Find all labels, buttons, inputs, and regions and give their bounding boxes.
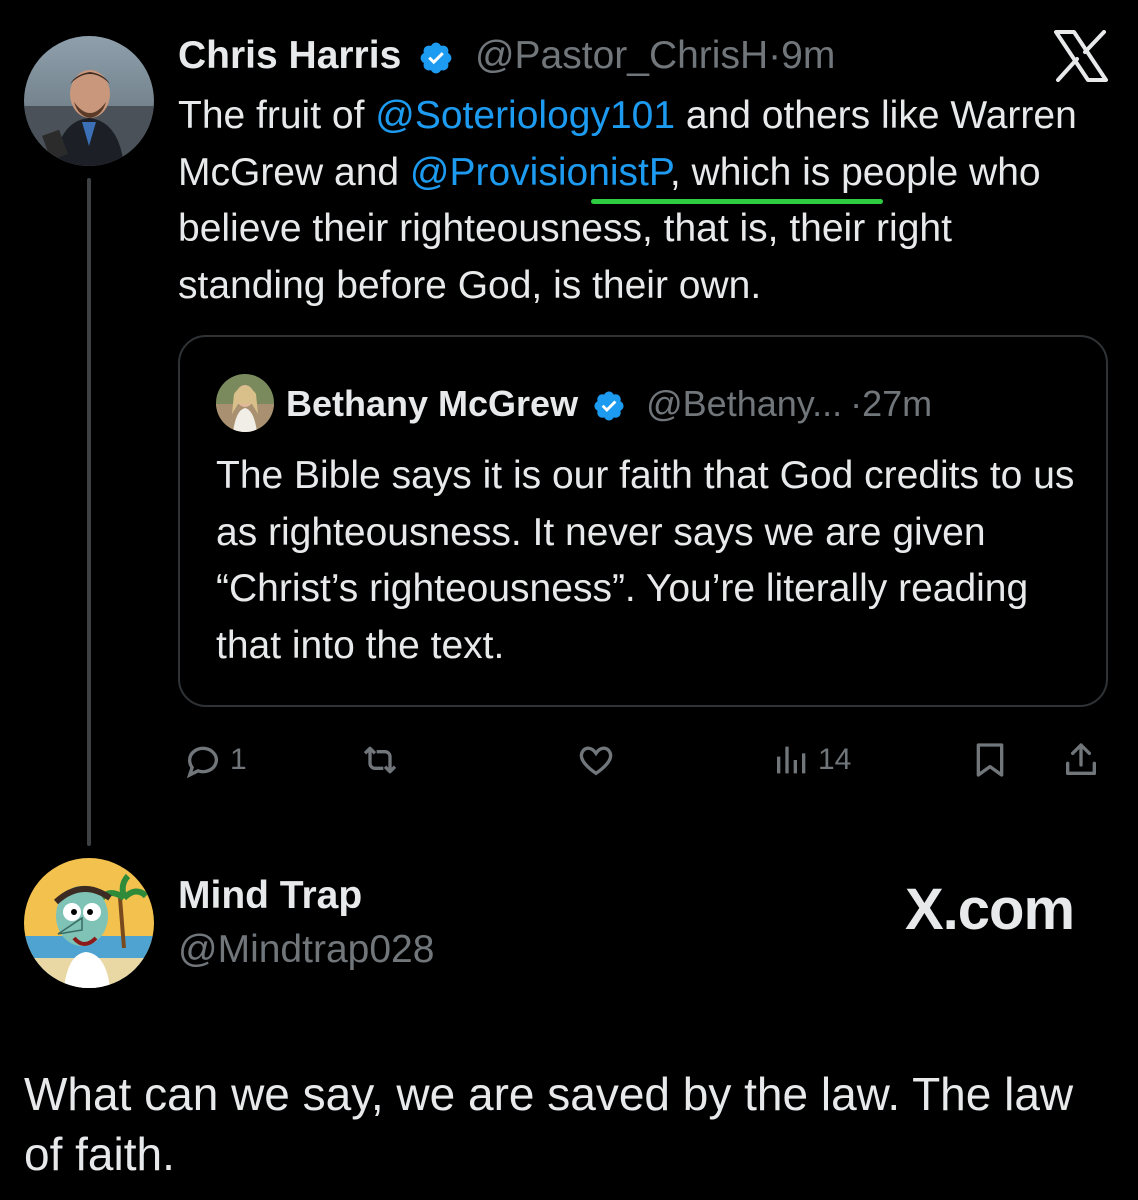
share-icon: [1066, 743, 1096, 775]
separator-dot: ·: [850, 383, 863, 424]
quote-timestamp[interactable]: 27m: [862, 383, 932, 424]
verified-badge-icon: [420, 42, 452, 74]
reply-icon: [186, 746, 218, 779]
green-underline-annotation: [591, 199, 883, 204]
verified-badge-icon: [594, 391, 624, 422]
reply-author-name[interactable]: Mind Trap: [178, 872, 362, 920]
like-button[interactable]: [574, 736, 624, 784]
author-name[interactable]: Chris Harris: [178, 34, 401, 77]
x-logo-icon[interactable]: [1052, 30, 1110, 82]
x-com-watermark: X.com: [905, 877, 1075, 942]
quote-text: The Bible says it is our faith that God …: [216, 454, 1075, 667]
views-button[interactable]: 14: [772, 736, 851, 784]
reply-count: 1: [230, 743, 247, 776]
reply-author-handle[interactable]: @Mindtrap028: [178, 926, 434, 974]
views-count: 14: [818, 743, 852, 776]
bookmark-button[interactable]: [970, 736, 1010, 784]
bookmark-icon: [976, 743, 1004, 777]
separator-dot: ·: [768, 34, 782, 77]
chris-harris-avatar[interactable]: [24, 36, 154, 166]
author-handle[interactable]: @Pastor_ChrisH: [475, 34, 768, 77]
views-icon: [777, 746, 806, 774]
tweet-header: Chris Harris @Pastor_ChrisH·9m: [178, 32, 835, 80]
bethany-mcgrew-avatar[interactable]: [216, 374, 274, 432]
mention-provisionistp[interactable]: @ProvisionistP: [410, 151, 670, 194]
like-icon: [579, 746, 613, 776]
thread-connector-line: [87, 178, 91, 846]
quote-header: Bethany McGrew @Bethany... ·27m: [286, 382, 932, 426]
quote-author-name[interactable]: Bethany McGrew: [286, 383, 578, 424]
reply-text: What can we say, we are saved by the law…: [24, 1068, 1074, 1180]
share-button[interactable]: [1060, 736, 1102, 784]
tweet-text-part: The fruit of: [178, 94, 376, 137]
quote-author-handle[interactable]: @Bethany...: [646, 383, 842, 424]
retweet-button[interactable]: [358, 736, 408, 784]
timestamp[interactable]: 9m: [781, 34, 835, 77]
mind-trap-avatar[interactable]: [24, 858, 154, 988]
retweet-icon: [363, 746, 397, 774]
reply-button[interactable]: 1: [182, 736, 247, 784]
mention-soteriology101[interactable]: @Soteriology101: [375, 94, 675, 137]
